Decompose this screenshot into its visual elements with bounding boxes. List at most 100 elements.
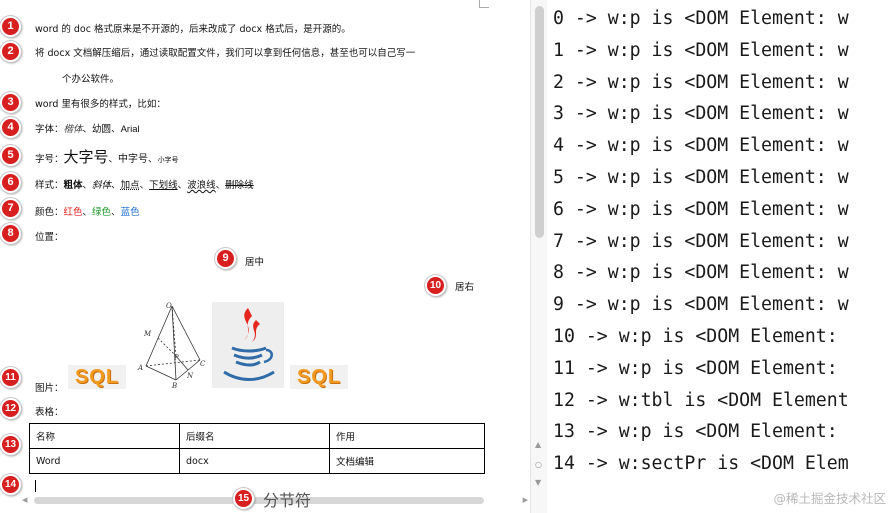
vertical-scroll-thumb[interactable] (535, 6, 544, 238)
underline-sample: 下划线 (149, 180, 178, 191)
console-line: 11 -> w:p is <DOM Element: (553, 357, 838, 379)
sql-logo-icon[interactable]: SQL (68, 365, 126, 389)
separator: 、 (215, 180, 226, 191)
bold-sample: 粗体 (63, 180, 83, 191)
annotation-badge: 3 (0, 92, 21, 113)
console-line: 0 -> w:p is <DOM Element: w (553, 8, 849, 29)
console-line: 2 -> w:p is <DOM Element: w (553, 71, 849, 93)
separator: 、 (177, 180, 188, 191)
separator: 、 (111, 207, 121, 218)
centered-text[interactable]: 居中 (245, 254, 264, 268)
small-size-sample: 小字号 (157, 156, 179, 164)
table-cell[interactable]: 文档编辑 (329, 448, 485, 474)
doc-paragraph[interactable]: word 里有很多的样式，比如： (35, 96, 166, 110)
separator: 、 (111, 180, 121, 191)
table-cell[interactable]: docx (179, 448, 330, 474)
image-label[interactable]: 图片： (35, 380, 64, 394)
text-cursor (35, 480, 36, 492)
console-line: 12 -> w:tbl is <DOM Element (553, 389, 849, 411)
annotation-badge: 12 (0, 398, 21, 419)
font-samples-line[interactable]: 字体：楷体、幼圆、Arial (35, 121, 140, 135)
youyuan-sample: 幼圆 (92, 124, 112, 135)
separator: 、 (82, 207, 93, 218)
console-line: 5 -> w:p is <DOM Element: w (553, 167, 849, 188)
wavy-underline-sample: 波浪线 (187, 180, 216, 191)
table-cell[interactable]: 后缀名 (179, 423, 330, 449)
doc-paragraph[interactable]: 将 docx 文档解压缩后，通过读取配置文件，我们可以拿到任何信息，甚至也可以自… (35, 45, 415, 59)
kaiti-sample: 楷体 (63, 124, 83, 135)
size-samples-line[interactable]: 字号：大字号、中字号、小字号 (35, 146, 179, 167)
green-sample: 绿色 (92, 207, 112, 218)
page-corner-mark (479, 7, 489, 8)
horizontal-scroll-thumb[interactable] (34, 497, 484, 504)
vertical-scrollbar[interactable]: ▲ ○ ▼ (530, 0, 547, 513)
blue-sample: 蓝色 (120, 207, 140, 218)
sql-logo-icon[interactable]: SQL (290, 365, 348, 389)
console-line: 8 -> w:p is <DOM Element: w (553, 262, 849, 284)
table-cell[interactable]: Word (29, 448, 180, 474)
scroll-down-arrow-icon[interactable]: ▼ (535, 478, 541, 488)
annotation-badge: 8 (0, 223, 21, 244)
separator: 、 (82, 180, 93, 191)
color-samples-line[interactable]: 颜色：红色、绿色、蓝色 (35, 204, 140, 218)
separator: 、 (108, 154, 119, 165)
console-output-pane[interactable]: 0 -> w:p is <DOM Element: w 1 -> w:p is <… (547, 0, 894, 513)
console-line: 6 -> w:p is <DOM Element: w (553, 198, 849, 220)
annotation-badge: 7 (0, 198, 21, 219)
java-logo-icon[interactable] (212, 302, 284, 388)
console-line: 14 -> w:sectPr is <DOM Elem (553, 453, 849, 475)
strikethrough-sample: 删除线 (225, 180, 254, 191)
annotation-badge: 9 (215, 248, 236, 269)
table-label[interactable]: 表格： (35, 404, 64, 418)
console-line: 7 -> w:p is <DOM Element: w (553, 230, 849, 252)
vertex-label: M (143, 330, 152, 338)
italic-sample: 斜体 (92, 180, 112, 191)
console-line: 1 -> w:p is <DOM Element: w (553, 39, 849, 61)
vertex-label: C (200, 360, 206, 368)
vertex-label: O (166, 302, 172, 310)
watermark: @稀土掘金技术社区 (773, 491, 886, 506)
arial-sample: Arial (120, 124, 140, 135)
annotation-badge: 5 (0, 145, 21, 166)
scroll-up-arrow-icon[interactable]: ▲ (535, 440, 541, 450)
dotted-sample: 加点 (120, 180, 140, 191)
annotation-badge: 6 (0, 172, 21, 193)
scroll-right-arrow-icon[interactable]: ▶ (523, 494, 528, 506)
doc-table[interactable]: 名称 后缀名 作用 Word docx 文档编辑 (29, 423, 485, 474)
console-line: 9 -> w:p is <DOM Element: w (553, 294, 849, 316)
position-label[interactable]: 位置： (35, 229, 64, 243)
doc-paragraph[interactable]: word 的 doc 格式原来是不开源的，后来改成了 docx 格式后，是开源的… (35, 21, 351, 35)
red-sample: 红色 (63, 207, 83, 218)
document-pane[interactable]: 1 word 的 doc 格式原来是不开源的，后来改成了 docx 格式后，是开… (0, 0, 547, 513)
right-aligned-text[interactable]: 居右 (455, 279, 474, 293)
table-cell[interactable]: 作用 (329, 423, 485, 449)
medium-size-sample: 中字号 (118, 154, 149, 165)
table-row: 名称 后缀名 作用 (29, 423, 485, 449)
table-cell[interactable]: 名称 (29, 423, 180, 449)
annotation-badge: 11 (0, 367, 21, 388)
console-line: 3 -> w:p is <DOM Element: w (553, 103, 849, 125)
separator: 、 (111, 124, 121, 135)
annotation-badge: 2 (0, 41, 21, 62)
doc-paragraph-continued[interactable]: 个办公软件。 (62, 71, 119, 85)
annotation-badge: 15 (233, 488, 254, 509)
separator: 、 (139, 180, 150, 191)
annotation-badge: 14 (0, 474, 21, 495)
scroll-dot-icon[interactable]: ○ (535, 460, 542, 470)
console-line: 10 -> w:p is <DOM Element: (553, 326, 838, 347)
section-break-label: 分节符 (263, 491, 312, 510)
scroll-left-arrow-icon[interactable]: ◀ (22, 494, 27, 506)
annotation-badge: 4 (0, 117, 21, 138)
font-label: 字体： (35, 124, 64, 135)
annotation-badge: 13 (0, 434, 21, 455)
size-label: 字号： (35, 154, 64, 165)
vertex-label: P (173, 354, 179, 362)
large-size-sample: 大字号 (63, 148, 109, 166)
annotation-badge: 1 (0, 16, 21, 37)
separator: 、 (82, 124, 93, 135)
console-line: 13 -> w:p is <DOM Element: (553, 421, 838, 443)
pyramid-diagram-icon[interactable]: O M P C A B N (136, 300, 210, 388)
separator: 、 (148, 154, 158, 165)
style-samples-line[interactable]: 样式：粗体、斜体、加点、下划线、波浪线、删除线 (35, 177, 254, 191)
annotation-badge: 10 (425, 275, 446, 296)
